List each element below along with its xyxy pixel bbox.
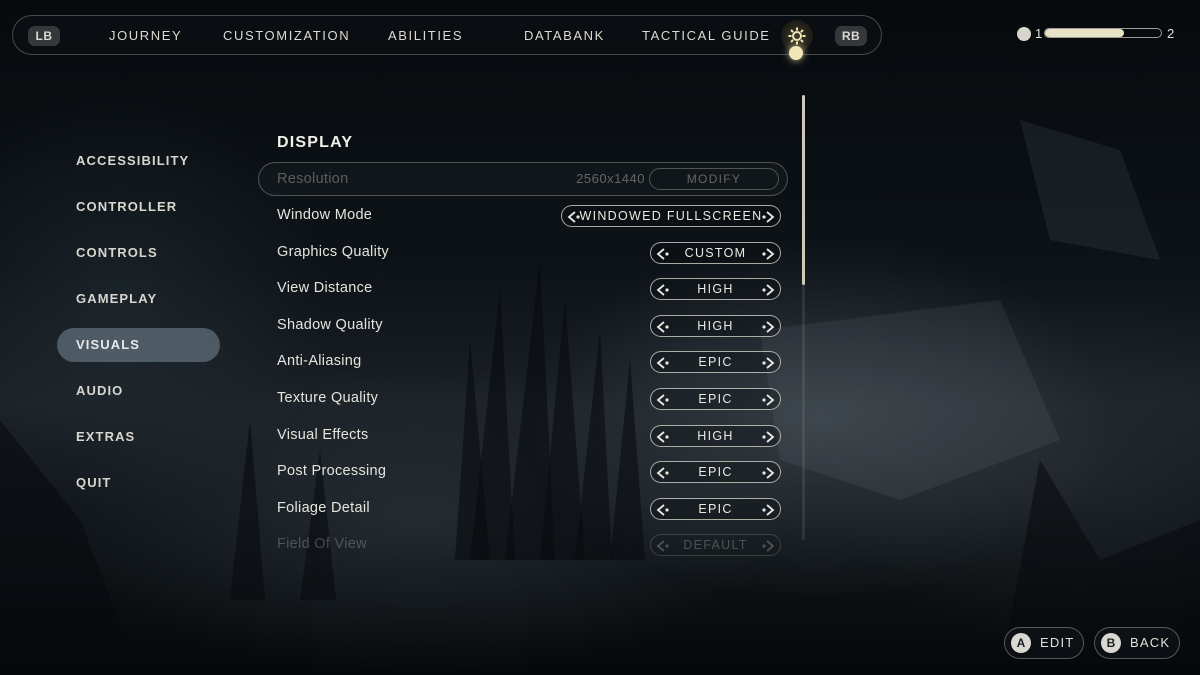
arrow-left-icon[interactable] xyxy=(567,210,581,223)
arrow-left-icon[interactable] xyxy=(656,320,670,333)
arrow-left-icon[interactable] xyxy=(656,393,670,406)
arrow-left-icon[interactable] xyxy=(656,466,670,479)
level-next: 2 xyxy=(1167,26,1175,41)
a-button-icon: A xyxy=(1011,633,1031,653)
setting-row[interactable]: Texture Quality EPIC xyxy=(258,381,788,415)
arrow-right-icon[interactable] xyxy=(761,210,775,223)
modify-button[interactable]: MODIFY xyxy=(649,168,779,190)
setting-label: Resolution xyxy=(277,171,349,187)
top-nav-bar: LB JOURNEY CUSTOMIZATION ABILITIES DATAB… xyxy=(12,15,882,55)
option-selector[interactable]: HIGH xyxy=(650,314,781,337)
back-label: BACK xyxy=(1130,635,1171,650)
setting-label: Visual Effects xyxy=(277,426,369,443)
tab-journey[interactable]: JOURNEY xyxy=(109,16,182,56)
side-item-audio[interactable]: AUDIO xyxy=(57,374,220,408)
setting-row[interactable]: Graphics Quality CUSTOM xyxy=(258,235,788,269)
option-selector[interactable]: EPIC xyxy=(650,461,781,484)
arrow-left-icon[interactable] xyxy=(656,539,670,553)
option-selector[interactable]: WINDOWED FULLSCREEN xyxy=(561,205,781,227)
side-item-visuals[interactable]: VISUALS xyxy=(57,328,220,362)
arrow-right-icon[interactable] xyxy=(761,356,775,370)
section-title-display: DISPLAY xyxy=(277,134,354,151)
setting-row[interactable]: Foliage Detail EPIC xyxy=(258,491,788,525)
tab-databank[interactable]: DATABANK xyxy=(524,16,605,56)
lb-bumper-button[interactable]: LB xyxy=(28,26,60,46)
b-button-icon: B xyxy=(1101,633,1121,653)
option-selector[interactable]: EPIC xyxy=(650,497,781,520)
side-item-accessibility[interactable]: ACCESSIBILITY xyxy=(57,144,220,178)
setting-label: Anti-Aliasing xyxy=(277,353,362,370)
arrow-right-icon[interactable] xyxy=(761,320,775,333)
arrow-right-icon[interactable] xyxy=(761,430,775,443)
setting-row-resolution: Resolution 2560x1440 MODIFY xyxy=(258,162,788,196)
level-current: 1 xyxy=(1035,26,1043,41)
setting-row[interactable]: Window Mode WINDOWED FULLSCREEN xyxy=(258,198,788,232)
option-selector[interactable]: EPIC xyxy=(650,351,781,374)
option-selector[interactable]: DEFAULT xyxy=(650,534,781,557)
option-selector[interactable]: CUSTOM xyxy=(650,241,781,264)
skill-point-icon xyxy=(1017,27,1031,41)
setting-row[interactable]: Visual Effects HIGH xyxy=(258,418,788,452)
xp-progress-fill xyxy=(1045,29,1124,37)
setting-label: View Distance xyxy=(277,280,373,297)
setting-row[interactable]: Shadow Quality HIGH xyxy=(258,308,788,342)
setting-label: Post Processing xyxy=(277,463,387,480)
arrow-left-icon[interactable] xyxy=(656,283,670,296)
setting-row[interactable]: Post Processing EPIC xyxy=(258,454,788,488)
xp-level-bar: 1 2 xyxy=(1017,27,1182,43)
edit-label: EDIT xyxy=(1040,635,1075,650)
side-item-controls[interactable]: CONTROLS xyxy=(57,236,220,270)
tab-abilities[interactable]: ABILITIES xyxy=(388,16,463,56)
tab-tactical-guide[interactable]: TACTICAL GUIDE xyxy=(642,16,771,56)
xp-progress-bar xyxy=(1044,28,1162,38)
resolution-value: 2560x1440 xyxy=(576,171,645,186)
gear-icon xyxy=(788,27,806,45)
arrow-right-icon[interactable] xyxy=(761,247,775,260)
setting-row[interactable]: Anti-Aliasing EPIC xyxy=(258,344,788,378)
setting-label: Texture Quality xyxy=(277,390,379,406)
option-selector[interactable]: EPIC xyxy=(650,388,781,410)
setting-label: Window Mode xyxy=(277,207,373,223)
arrow-left-icon[interactable] xyxy=(656,356,670,370)
arrow-right-icon[interactable] xyxy=(761,393,775,406)
arrow-right-icon[interactable] xyxy=(761,466,775,479)
setting-label: Shadow Quality xyxy=(277,316,383,333)
setting-row[interactable]: View Distance HIGH xyxy=(258,271,788,305)
setting-label: Foliage Detail xyxy=(277,499,370,516)
active-tab-indicator xyxy=(789,46,803,60)
tab-customization[interactable]: CUSTOMIZATION xyxy=(223,16,350,56)
side-item-controller[interactable]: CONTROLLER xyxy=(57,190,220,224)
setting-label: Field Of View xyxy=(277,536,367,553)
arrow-left-icon[interactable] xyxy=(656,430,670,443)
rb-bumper-button[interactable]: RB xyxy=(835,26,867,46)
side-item-extras[interactable]: EXTRAS xyxy=(57,420,220,454)
option-selector[interactable]: HIGH xyxy=(650,424,781,447)
option-selector[interactable]: HIGH xyxy=(650,278,781,301)
arrow-right-icon[interactable] xyxy=(761,539,775,553)
arrow-right-icon[interactable] xyxy=(761,283,775,296)
scrollbar-thumb[interactable] xyxy=(802,95,805,285)
arrow-right-icon[interactable] xyxy=(761,503,775,516)
setting-label: Graphics Quality xyxy=(277,243,389,260)
setting-row[interactable]: Field Of View DEFAULT xyxy=(258,527,788,561)
edit-button[interactable]: A EDIT xyxy=(1004,627,1084,659)
side-item-gameplay[interactable]: GAMEPLAY xyxy=(57,282,220,316)
side-item-quit[interactable]: QUIT xyxy=(57,466,220,500)
arrow-left-icon[interactable] xyxy=(656,247,670,260)
back-button[interactable]: B BACK xyxy=(1094,627,1180,659)
option-value: WINDOWED FULLSCREEN xyxy=(579,209,763,223)
arrow-left-icon[interactable] xyxy=(656,503,670,516)
